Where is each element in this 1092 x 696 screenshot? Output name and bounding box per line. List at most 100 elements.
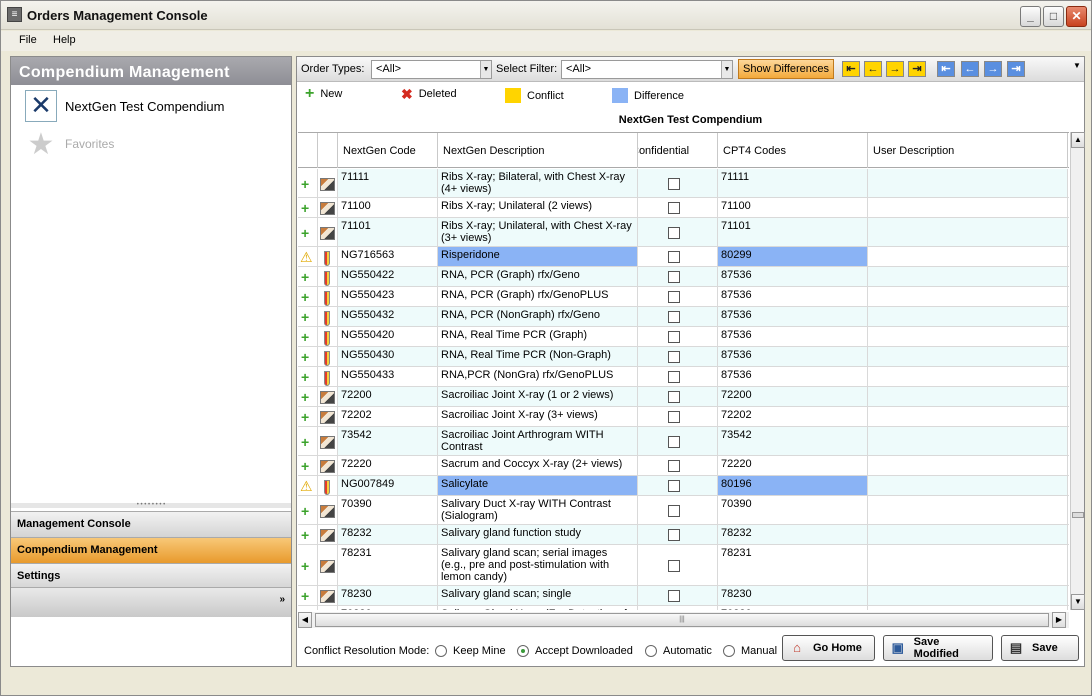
save-modified-button[interactable]: ▣ Save Modified	[883, 635, 993, 661]
radio-keep-mine[interactable]: Keep Mine	[435, 645, 506, 658]
menu-file[interactable]: File	[19, 34, 37, 46]
description-cell[interactable]: Salivary gland scan; serial images (e.g.…	[438, 545, 638, 585]
user-description-cell[interactable]	[868, 198, 1068, 217]
next-conflict-icon[interactable]: →	[886, 61, 904, 77]
user-description-cell[interactable]	[868, 347, 1068, 366]
code-cell[interactable]: NG716563	[338, 247, 438, 266]
prev-difference-icon[interactable]: ←	[961, 61, 979, 77]
user-description-cell[interactable]	[868, 247, 1068, 266]
cpt4-cell[interactable]: 78231	[718, 545, 868, 585]
header-nextgen-code[interactable]: NextGen Code	[338, 133, 438, 168]
code-cell[interactable]: NG550420	[338, 327, 438, 346]
prev-conflict-icon[interactable]: ←	[864, 61, 882, 77]
code-cell[interactable]: 71100	[338, 198, 438, 217]
confidential-checkbox[interactable]	[668, 590, 680, 602]
code-cell[interactable]: NG550430	[338, 347, 438, 366]
confidential-checkbox[interactable]	[668, 178, 680, 190]
description-cell[interactable]: RNA, PCR (Graph) rfx/GenoPLUS	[438, 287, 638, 306]
scroll-right-icon[interactable]: ▶	[1052, 612, 1066, 628]
description-cell[interactable]: Salivary gland function study	[438, 525, 638, 544]
user-description-cell[interactable]	[868, 367, 1068, 386]
user-description-cell[interactable]	[868, 525, 1068, 544]
code-cell[interactable]: NG550423	[338, 287, 438, 306]
cpt4-cell[interactable]: 87536	[718, 307, 868, 326]
confidential-checkbox[interactable]	[668, 436, 680, 448]
confidential-checkbox[interactable]	[668, 331, 680, 343]
cpt4-cell[interactable]: 78230	[718, 586, 868, 605]
user-description-cell[interactable]	[868, 387, 1068, 406]
description-cell[interactable]: RNA, PCR (Graph) rfx/Geno	[438, 267, 638, 286]
table-row[interactable]: + NG550433 RNA,PCR (NonGra) rfx/GenoPLUS 87…	[298, 367, 1069, 387]
panel-splitter[interactable]: • • • • • • • •	[11, 502, 291, 508]
confidential-checkbox[interactable]	[668, 460, 680, 472]
order-types-select[interactable]: <All> ▼	[371, 60, 492, 79]
scroll-up-icon[interactable]: ▲	[1071, 132, 1085, 148]
toolbar-overflow-icon[interactable]: ▼	[1073, 61, 1081, 70]
table-row[interactable]: + NG550430 RNA, Real Time PCR (Non-Graph) 8…	[298, 347, 1069, 367]
user-description-cell[interactable]	[868, 545, 1068, 585]
cpt4-cell[interactable]: 72202	[718, 407, 868, 426]
code-cell[interactable]: 71111	[338, 169, 438, 197]
cpt4-cell[interactable]: 87536	[718, 347, 868, 366]
cpt4-cell[interactable]: 87536	[718, 287, 868, 306]
header-user-description[interactable]: User Description	[868, 133, 1068, 168]
user-description-cell[interactable]	[868, 427, 1068, 455]
table-row[interactable]: + NG550422 RNA, PCR (Graph) rfx/Geno 87536	[298, 267, 1069, 287]
cpt4-cell[interactable]: 87536	[718, 367, 868, 386]
confidential-checkbox[interactable]	[668, 351, 680, 363]
description-cell[interactable]: Salivary gland scan; single	[438, 586, 638, 605]
code-cell[interactable]: 78230	[338, 586, 438, 605]
user-description-cell[interactable]	[868, 456, 1068, 475]
chevron-right-icon[interactable]: »	[279, 594, 285, 605]
description-cell[interactable]: RNA, Real Time PCR (Non-Graph)	[438, 347, 638, 366]
table-row[interactable]: ⚠ NG716563 Risperidone 80299	[298, 247, 1069, 267]
user-description-cell[interactable]	[868, 476, 1068, 495]
code-cell[interactable]: 70390	[338, 496, 438, 524]
tree-item-favorites[interactable]: ★ Favorites	[25, 127, 115, 161]
table-row[interactable]: +78230 Salivary gland scan; single 78230	[298, 586, 1069, 606]
code-cell[interactable]: NG550422	[338, 267, 438, 286]
cpt4-cell[interactable]: 71101	[718, 218, 868, 246]
vertical-scrollbar[interactable]: ▲ ▼	[1070, 132, 1085, 610]
user-description-cell[interactable]	[868, 267, 1068, 286]
table-row[interactable]: +72200 Sacroiliac Joint X-ray (1 or 2 vie…	[298, 387, 1069, 407]
code-cell[interactable]: 78231	[338, 545, 438, 585]
table-row[interactable]: +73542 Sacroiliac Joint Arthrogram WITH C…	[298, 427, 1069, 456]
user-description-cell[interactable]	[868, 287, 1068, 306]
table-row[interactable]: +78231 Salivary gland scan; serial images…	[298, 545, 1069, 586]
confidential-checkbox[interactable]	[668, 271, 680, 283]
code-cell[interactable]: NG550432	[338, 307, 438, 326]
last-conflict-icon[interactable]: ⇥	[908, 61, 926, 77]
confidential-checkbox[interactable]	[668, 391, 680, 403]
confidential-checkbox[interactable]	[668, 291, 680, 303]
horizontal-scrollbar[interactable]: ◀ ||| ▶	[298, 612, 1069, 628]
radio-manual[interactable]: Manual	[723, 645, 777, 658]
confidential-checkbox[interactable]	[668, 311, 680, 323]
code-cell[interactable]: 71101	[338, 218, 438, 246]
cpt4-cell[interactable]: 87536	[718, 267, 868, 286]
description-cell[interactable]: Sacroiliac Joint Arthrogram WITH Contras…	[438, 427, 638, 455]
code-cell[interactable]: 72200	[338, 387, 438, 406]
confidential-checkbox[interactable]	[668, 202, 680, 214]
user-description-cell[interactable]	[868, 327, 1068, 346]
table-row[interactable]: +70390 Salivary Duct X-ray WITH Contrast …	[298, 496, 1069, 525]
code-cell[interactable]: 70380	[338, 606, 438, 610]
table-row[interactable]: +71101 Ribs X-ray; Unilateral, with Chest…	[298, 218, 1069, 247]
cpt4-cell[interactable]: 80299	[718, 247, 868, 266]
cpt4-cell[interactable]: 71111	[718, 169, 868, 197]
close-button[interactable]: ✕	[1066, 6, 1087, 27]
description-cell[interactable]: Salivary Duct X-ray WITH Contrast (Sialo…	[438, 496, 638, 524]
code-cell[interactable]: 78232	[338, 525, 438, 544]
vertical-scroll-thumb[interactable]	[1072, 512, 1084, 518]
cpt4-cell[interactable]: 80196	[718, 476, 868, 495]
show-differences-button[interactable]: Show Differences	[738, 59, 835, 79]
table-row[interactable]: + NG550420 RNA, Real Time PCR (Graph) 87536	[298, 327, 1069, 347]
select-filter-select[interactable]: <All> ▼	[561, 60, 733, 79]
cpt4-cell[interactable]: 72200	[718, 387, 868, 406]
cpt4-cell[interactable]: 87536	[718, 327, 868, 346]
code-cell[interactable]: NG550433	[338, 367, 438, 386]
table-row[interactable]: +78232 Salivary gland function study 78232	[298, 525, 1069, 545]
user-description-cell[interactable]	[868, 496, 1068, 524]
user-description-cell[interactable]	[868, 606, 1068, 610]
description-cell[interactable]: Ribs X-ray; Unilateral, with Chest X-ray…	[438, 218, 638, 246]
